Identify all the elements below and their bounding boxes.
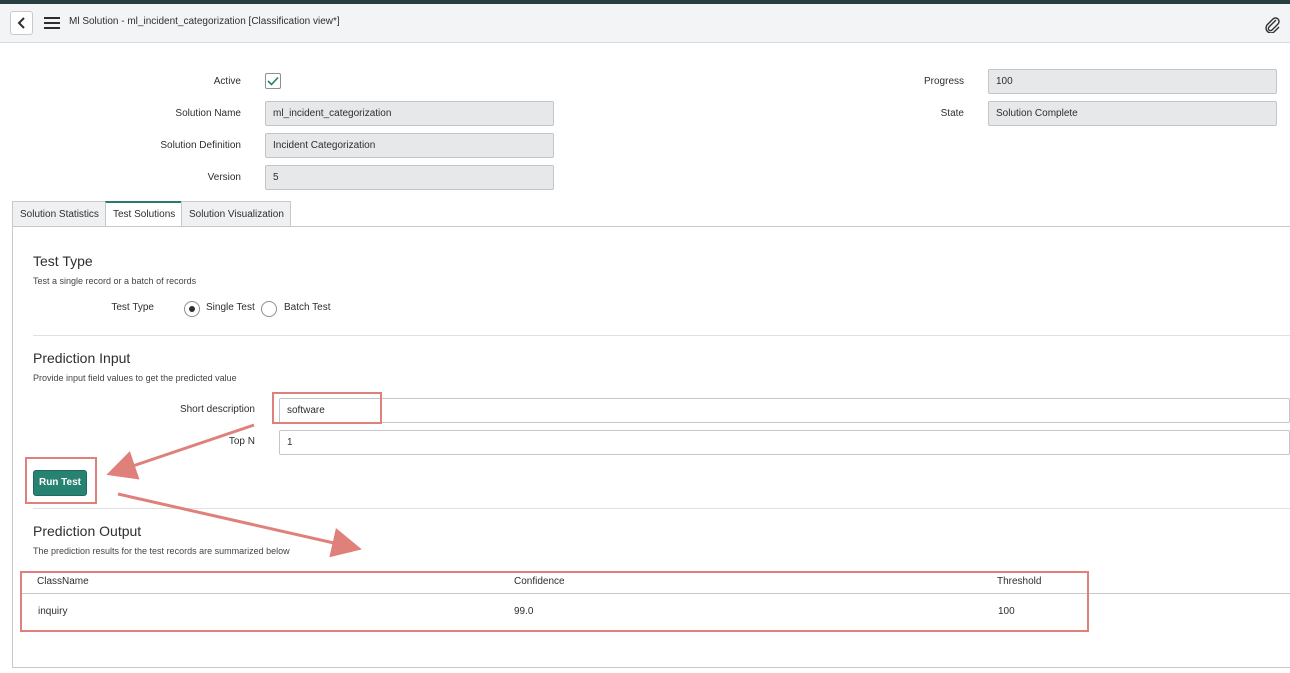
annotation-arrow-to-output [117, 492, 362, 558]
annotation-arrows [106, 423, 362, 558]
annotation-arrow-to-button [106, 423, 255, 480]
